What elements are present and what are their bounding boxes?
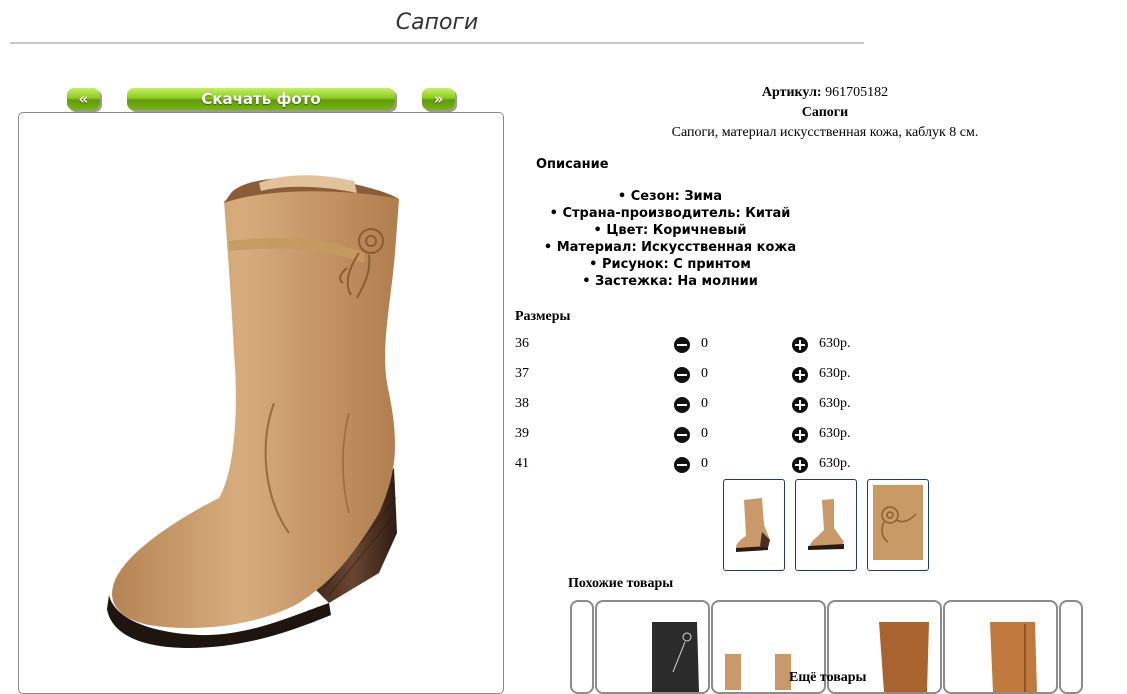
sku-value: 961705182 (825, 85, 889, 100)
black-boot-image (652, 622, 699, 692)
size-value: 36 (515, 336, 529, 351)
size-value: 41 (515, 456, 529, 471)
feature-item: Застежка: На молнии (515, 273, 825, 290)
minus-circle-icon[interactable] (674, 427, 690, 443)
tan-boot-image (990, 622, 1037, 692)
sizes-heading: Размеры (515, 309, 571, 324)
main-product-photo[interactable] (18, 112, 504, 694)
price-value: 630р. (819, 336, 851, 351)
size-value: 37 (515, 366, 529, 381)
embroidery-closeup-image (873, 485, 923, 560)
plus-circle-icon[interactable] (792, 457, 808, 473)
thumbnail-photo[interactable] (723, 479, 785, 571)
boot-side-thumbnail-image (808, 499, 844, 550)
next-photo-button[interactable]: » (422, 88, 455, 110)
size-row: 36 0 630р. (515, 336, 915, 356)
sku-line: Артикул: 961705182 (515, 85, 1127, 101)
quantity-value: 0 (701, 366, 708, 381)
thumbnail-photo[interactable] (795, 479, 857, 571)
sku-label: Артикул: (761, 85, 822, 100)
title-divider (10, 42, 864, 44)
feature-item: Рисунок: С принтом (515, 256, 825, 273)
size-row: 38 0 630р. (515, 396, 915, 416)
price-value: 630р. (819, 426, 851, 441)
page-title: Сапоги (395, 10, 479, 35)
thumbnail-photo[interactable] (867, 479, 929, 571)
plus-circle-icon[interactable] (792, 427, 808, 443)
quantity-value: 0 (701, 336, 708, 351)
features-list: Сезон: Зима Страна-производитель: Китай … (515, 188, 825, 290)
similar-products-heading: Похожие товары (568, 576, 674, 591)
quantity-value: 0 (701, 426, 708, 441)
size-value: 38 (515, 396, 529, 411)
minus-circle-icon[interactable] (674, 397, 690, 413)
boot-image (107, 175, 399, 648)
price-value: 630р. (819, 366, 851, 381)
product-name: Сапоги (801, 105, 849, 120)
size-row: 39 0 630р. (515, 426, 915, 446)
quantity-value: 0 (701, 396, 708, 411)
prev-photo-button[interactable]: « (67, 88, 100, 110)
minus-circle-icon[interactable] (674, 337, 690, 353)
product-short-description: Сапоги, материал искусственная кожа, каб… (671, 125, 979, 140)
plus-circle-icon[interactable] (792, 367, 808, 383)
price-value: 630р. (819, 396, 851, 411)
download-photo-button[interactable]: Скачать фото (127, 88, 395, 110)
boot-thumbnail-image (736, 498, 770, 552)
feature-item: Страна-производитель: Китай (515, 205, 825, 222)
feature-item: Сезон: Зима (515, 188, 825, 205)
description-heading: Описание (536, 157, 609, 172)
more-products-link[interactable]: Ещё товары (789, 670, 867, 686)
feature-item: Цвет: Коричневый (515, 222, 825, 239)
plus-circle-icon[interactable] (792, 397, 808, 413)
minus-circle-icon[interactable] (674, 457, 690, 473)
quantity-value: 0 (701, 456, 708, 471)
minus-circle-icon[interactable] (674, 367, 690, 383)
feature-item: Материал: Искусственная кожа (515, 239, 825, 256)
size-row: 37 0 630р. (515, 366, 915, 386)
size-row: 41 0 630р. (515, 456, 915, 476)
size-value: 39 (515, 426, 529, 441)
plus-circle-icon[interactable] (792, 337, 808, 353)
price-value: 630р. (819, 456, 851, 471)
